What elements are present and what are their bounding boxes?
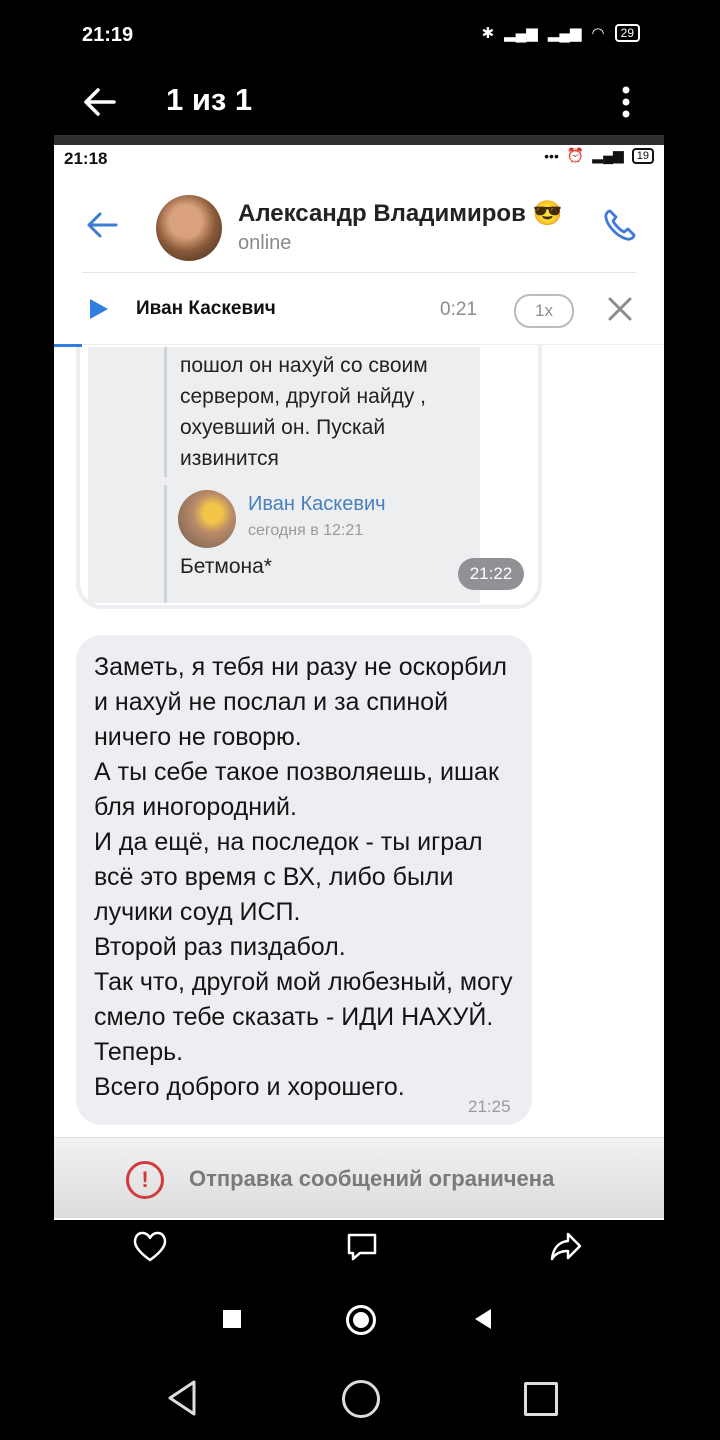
close-icon[interactable] bbox=[606, 295, 634, 323]
header-divider bbox=[82, 272, 636, 273]
wifi-icon: ◠ bbox=[591, 25, 605, 42]
bluetooth-icon: ✱ bbox=[481, 25, 495, 42]
back-arrow-icon[interactable] bbox=[84, 209, 120, 241]
quoted-reply: Бетмона* bbox=[180, 555, 272, 578]
outer-status-icons: ✱ ▂▄▆ ▂▄▆ ◠ 29 bbox=[482, 24, 640, 42]
record-icon-inner bbox=[353, 1312, 369, 1328]
signal-icon-2: ▂▄▆ bbox=[547, 25, 582, 42]
outer-status-time: 21:19 bbox=[82, 24, 134, 46]
phone-icon[interactable] bbox=[600, 205, 640, 245]
signal-icon: ▂▄▆ bbox=[592, 147, 624, 163]
battery-icon: 29 bbox=[614, 24, 640, 42]
share-icon[interactable] bbox=[546, 1226, 586, 1266]
contact-name[interactable]: Александр Владимиров 😎 bbox=[238, 199, 562, 228]
dots-icon: ••• bbox=[544, 147, 559, 164]
back-arrow-icon[interactable] bbox=[78, 80, 122, 124]
more-menu-icon[interactable] bbox=[612, 82, 640, 126]
quoted-text: пошол он нахуй со своим сервером, другой… bbox=[180, 354, 428, 470]
audio-author: Иван Каскевич bbox=[136, 298, 276, 319]
alarm-icon: ⏰ bbox=[566, 147, 585, 163]
heart-icon[interactable] bbox=[130, 1226, 170, 1266]
screenshot-top-edge bbox=[54, 135, 664, 145]
quoted-date: сегодня в 12:21 bbox=[248, 522, 364, 539]
warning-icon: ! bbox=[126, 1161, 164, 1199]
system-recents-icon[interactable] bbox=[524, 1382, 558, 1416]
message-text: Заметь, я тебя ни разу не оскорбил и нах… bbox=[94, 653, 513, 1101]
stop-icon[interactable] bbox=[223, 1310, 241, 1328]
audio-duration: 0:21 bbox=[440, 299, 477, 320]
play-icon[interactable] bbox=[90, 299, 108, 319]
inner-status-time: 21:18 bbox=[64, 149, 108, 168]
message-time: 21:25 bbox=[468, 1097, 511, 1116]
image-counter: 1 из 1 bbox=[166, 82, 253, 117]
comment-icon[interactable] bbox=[342, 1226, 382, 1266]
avatar[interactable] bbox=[156, 195, 222, 261]
signal-icon: ▂▄▆ bbox=[504, 25, 538, 42]
inner-status-icons: ••• ⏰ ▂▄▆ 19 bbox=[544, 147, 654, 164]
restriction-text: Отправка сообщений ограничена bbox=[189, 1166, 555, 1191]
message-time-badge: 21:22 bbox=[458, 558, 524, 590]
system-back-icon[interactable] bbox=[164, 1378, 200, 1418]
quote-bar bbox=[164, 485, 167, 603]
audio-progress bbox=[54, 344, 82, 347]
quote-bar bbox=[164, 347, 167, 477]
battery-icon: 19 bbox=[631, 147, 654, 164]
screenshot-image: 21:18 ••• ⏰ ▂▄▆ 19 пошол он нахуй со сво… bbox=[54, 135, 664, 1220]
contact-status: online bbox=[238, 232, 292, 254]
playback-speed-button[interactable]: 1x bbox=[514, 294, 574, 328]
audio-progress-track bbox=[82, 344, 664, 345]
quoted-avatar bbox=[178, 490, 236, 548]
quoted-author: Иван Каскевич bbox=[248, 493, 386, 515]
system-home-icon[interactable] bbox=[342, 1380, 380, 1418]
previous-icon[interactable] bbox=[475, 1309, 491, 1329]
